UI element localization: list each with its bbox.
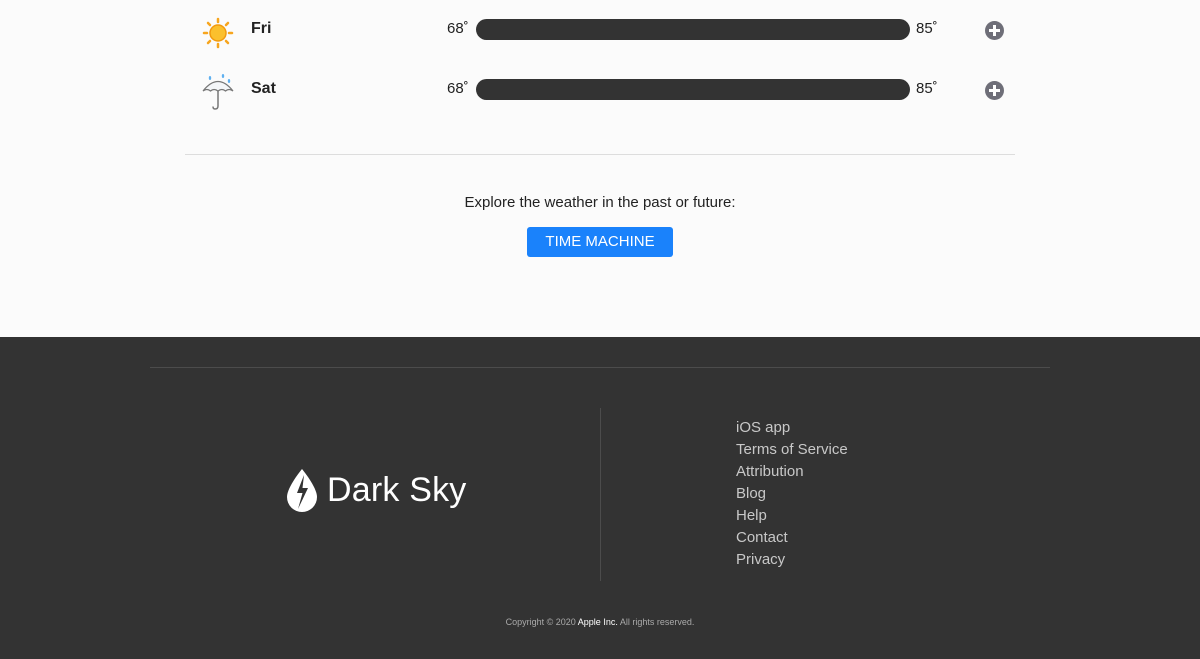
copyright-suffix: All rights reserved. <box>619 617 695 627</box>
footer-link-privacy[interactable]: Privacy <box>736 549 848 571</box>
temperature-range-bar <box>476 79 910 100</box>
footer-links: iOS app Terms of Service Attribution Blo… <box>736 417 848 571</box>
high-temp: 85˚ <box>916 80 938 97</box>
footer-link-label[interactable]: Attribution <box>736 463 804 480</box>
footer-column-divider <box>600 408 601 581</box>
footer-link-label[interactable]: Blog <box>736 485 766 502</box>
footer-link-blog[interactable]: Blog <box>736 483 848 505</box>
expand-day-icon[interactable] <box>985 81 1004 100</box>
day-row-sat[interactable]: Sat 68˚ 85˚ <box>185 70 1015 110</box>
footer-link-label[interactable]: iOS app <box>736 419 790 436</box>
section-divider <box>185 154 1015 155</box>
footer-link-label[interactable]: Help <box>736 507 767 524</box>
footer-divider <box>150 367 1050 368</box>
raindrop-lightning-icon <box>286 468 318 512</box>
time-machine-button[interactable]: TIME MACHINE <box>527 227 673 257</box>
footer-link-attribution[interactable]: Attribution <box>736 461 848 483</box>
copyright-notice: Copyright © 2020 Apple Inc. All rights r… <box>0 617 1200 627</box>
copyright-prefix: Copyright © 2020 <box>505 617 576 627</box>
day-name: Sat <box>251 80 276 97</box>
brand-name: Dark Sky <box>327 470 467 509</box>
footer-link-label[interactable]: Terms of Service <box>736 441 848 458</box>
forecast-section: Fri 68˚ 85˚ Sat 68˚ 85˚ Explore the weat… <box>0 0 1200 337</box>
footer-link-ios-app[interactable]: iOS app <box>736 417 848 439</box>
temperature-range-bar <box>476 19 910 40</box>
expand-day-icon[interactable] <box>985 21 1004 40</box>
sun-icon <box>201 10 235 50</box>
dark-sky-logo[interactable]: Dark Sky <box>286 467 467 513</box>
time-machine-prompt: Explore the weather in the past or futur… <box>464 194 736 211</box>
day-name: Fri <box>251 20 272 37</box>
low-temp: 68˚ <box>447 20 469 37</box>
copyright-company: Apple Inc. <box>577 617 618 627</box>
low-temp: 68˚ <box>447 80 469 97</box>
footer-link-label[interactable]: Privacy <box>736 551 785 568</box>
footer-link-terms[interactable]: Terms of Service <box>736 439 848 461</box>
umbrella-icon <box>201 70 235 110</box>
footer-link-help[interactable]: Help <box>736 505 848 527</box>
footer-link-label[interactable]: Contact <box>736 529 788 546</box>
footer-link-contact[interactable]: Contact <box>736 527 848 549</box>
day-row-fri[interactable]: Fri 68˚ 85˚ <box>185 10 1015 50</box>
footer: Dark Sky iOS app Terms of Service Attrib… <box>0 337 1200 659</box>
high-temp: 85˚ <box>916 20 938 37</box>
